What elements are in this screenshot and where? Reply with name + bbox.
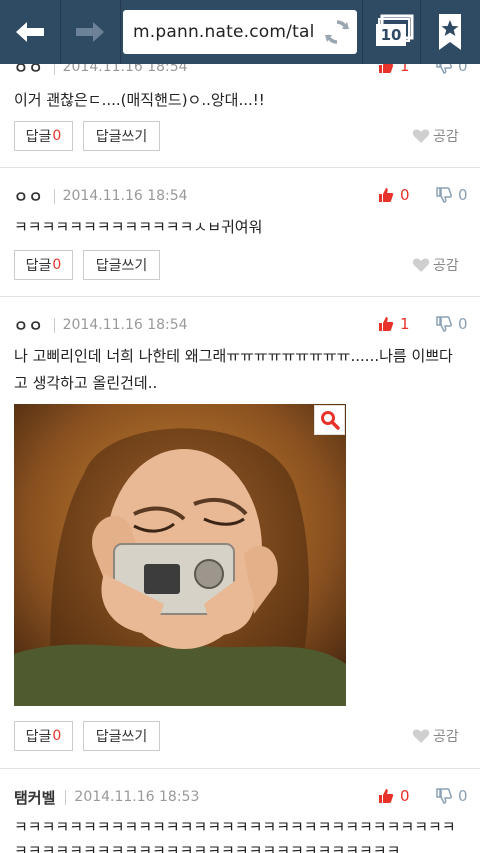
reply-button[interactable]: 답글 0 (14, 250, 73, 280)
reply-button[interactable]: 답글 0 (14, 121, 73, 151)
comment-text: 나 고삐리인데 너희 나한테 왜그래ㅠㅠㅠㅠㅠㅠㅠㅠㅠ......나름 이쁘다고… (14, 347, 453, 392)
zoom-photo-button[interactable] (314, 405, 345, 435)
comment-date: 2014.11.16 18:54 (62, 188, 188, 204)
forward-button[interactable] (60, 0, 120, 64)
magnifier-icon (320, 411, 340, 430)
address-bar[interactable]: m.pann.nate.com/tal (123, 10, 357, 54)
upvote-button[interactable]: 0 (378, 787, 410, 805)
downvote-count: 0 (458, 186, 468, 204)
thumbs-down-icon (436, 316, 452, 332)
tab-count: 10 (376, 24, 406, 46)
reply-count: 0 (52, 728, 62, 744)
heart-icon (412, 729, 430, 743)
like-button[interactable]: 공감 (412, 126, 459, 146)
comment-meta: 탬커벨 2014.11.16 18:53 (14, 787, 199, 807)
thumbs-up-icon (379, 317, 394, 331)
downvote-button[interactable]: 0 (436, 315, 468, 333)
arrow-left-icon (16, 22, 44, 42)
comment-meta: ㅇㅇ 2014.11.16 18:54 (14, 186, 188, 206)
downvote-count: 0 (458, 787, 468, 805)
tabs-button[interactable]: 10 (370, 12, 414, 52)
comment-author[interactable]: ㅇㅇ (14, 315, 44, 336)
bookmark-star-icon (439, 14, 461, 50)
like-button[interactable]: 공감 (412, 726, 459, 746)
meta-divider (65, 789, 67, 805)
reply-label: 답글 (25, 258, 52, 274)
meta-divider (53, 188, 55, 204)
comment-author[interactable]: ㅇㅇ (14, 186, 44, 207)
write-reply-label: 답글쓰기 (95, 129, 148, 145)
reload-icon[interactable] (323, 18, 351, 46)
thumbs-up-icon (379, 789, 394, 803)
reply-count: 0 (52, 128, 62, 144)
write-reply-label: 답글쓰기 (95, 258, 148, 274)
upvote-count: 1 (400, 315, 410, 333)
reply-label: 답글 (25, 129, 52, 145)
reply-label: 답글 (25, 729, 52, 745)
upvote-count: 0 (400, 787, 410, 805)
url-text: m.pann.nate.com/tal (133, 22, 313, 42)
like-label: 공감 (433, 129, 459, 145)
toolbar-divider (420, 0, 421, 64)
downvote-count: 0 (458, 315, 468, 333)
toolbar-divider (120, 0, 121, 64)
write-reply-button[interactable]: 답글쓰기 (83, 721, 160, 751)
upvote-button[interactable]: 0 (378, 186, 410, 204)
heart-icon (412, 258, 430, 272)
comment-item: ㅇㅇ 2014.11.16 18:54 0 0 ㅋㅋㅋㅋㅋㅋㅋㅋㅋㅋㅋㅋㅋㅅㅂ귀… (0, 168, 480, 297)
downvote-button[interactable]: 0 (436, 186, 468, 204)
comment-text: 이거 괜찮은ㄷ....(매직핸드)ㅇ..앙대...!! (14, 91, 265, 109)
upvote-button[interactable]: 1 (378, 315, 410, 333)
thumbs-up-icon (379, 188, 394, 202)
meta-divider (53, 317, 55, 333)
reply-count: 0 (52, 257, 62, 273)
upvote-count: 0 (400, 186, 410, 204)
comment-date: 2014.11.16 18:54 (62, 317, 188, 333)
like-label: 공감 (433, 258, 459, 274)
thumbs-down-icon (436, 187, 452, 203)
heart-icon (412, 129, 430, 143)
browser-toolbar: m.pann.nate.com/tal 10 (0, 0, 480, 64)
toolbar-divider (60, 0, 61, 64)
downvote-button[interactable]: 0 (436, 787, 468, 805)
write-reply-button[interactable]: 답글쓰기 (83, 121, 160, 151)
thumbs-down-icon (436, 788, 452, 804)
like-label: 공감 (433, 729, 459, 745)
comment-text: ㅋㅋㅋㅋㅋㅋㅋㅋㅋㅋㅋㅋㅋㅋㅋㅋㅋㅋㅋㅋㅋㅋㅋㅋㅋㅋㅋㅋㅋㅋㅋㅋㅋㅋㅋㅋㅋㅋㅋㅋ… (14, 818, 456, 853)
comment-text: ㅋㅋㅋㅋㅋㅋㅋㅋㅋㅋㅋㅋㅋㅅㅂ귀여워 (14, 218, 263, 236)
attached-photo[interactable] (14, 404, 346, 706)
comment-date: 2014.11.16 18:53 (74, 789, 200, 805)
comment-meta: ㅇㅇ 2014.11.16 18:54 (14, 315, 188, 335)
bookmark-button[interactable] (432, 10, 468, 54)
comment-item: 탬커벨 2014.11.16 18:53 0 0 ㅋㅋㅋㅋㅋㅋㅋㅋㅋㅋㅋㅋㅋㅋㅋ… (0, 769, 480, 853)
write-reply-button[interactable]: 답글쓰기 (83, 250, 160, 280)
back-button[interactable] (0, 0, 60, 64)
write-reply-label: 답글쓰기 (95, 729, 148, 745)
like-button[interactable]: 공감 (412, 255, 459, 275)
arrow-right-icon (76, 22, 104, 42)
reply-button[interactable]: 답글 0 (14, 721, 73, 751)
comment-author[interactable]: 탬커벨 (14, 787, 55, 808)
toolbar-divider (362, 0, 363, 64)
